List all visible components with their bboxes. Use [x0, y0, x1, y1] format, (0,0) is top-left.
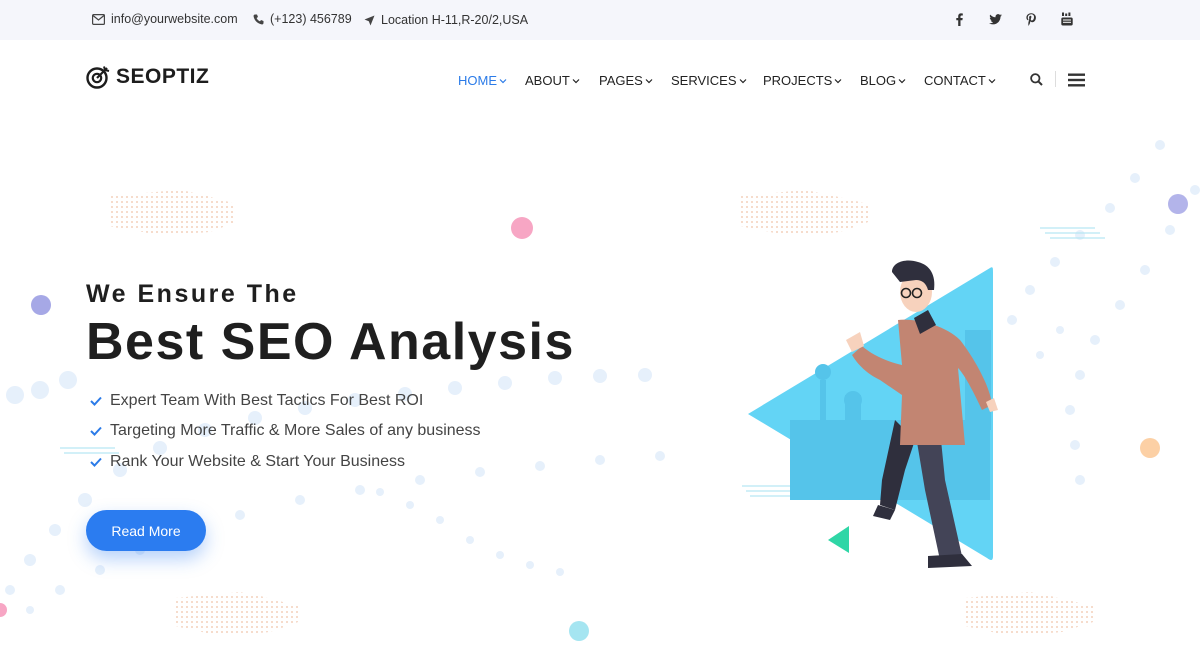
location-info: Location H-11,R-20/2,USA — [364, 13, 528, 27]
seo-man-illustration — [748, 260, 998, 568]
facebook-icon[interactable] — [952, 11, 966, 27]
nav-contact[interactable]: CONTACT — [924, 73, 996, 88]
hamburger-menu-icon[interactable] — [1068, 73, 1085, 92]
chevron-down-icon — [645, 78, 653, 83]
checkmark-icon — [90, 457, 102, 467]
location-text: Location H-11,R-20/2,USA — [381, 13, 529, 27]
logo-text: SEOPTIZ — [116, 65, 210, 88]
hero-subtitle: We Ensure The — [86, 280, 299, 308]
search-icon[interactable] — [1030, 73, 1043, 91]
feature-text: Targeting More Traffic & More Sales of a… — [110, 422, 481, 439]
target-logo-icon — [86, 66, 110, 89]
feature-text: Expert Team With Best Tactics For Best R… — [110, 392, 424, 409]
chevron-down-icon — [988, 78, 996, 83]
email-info[interactable]: info@yourwebsite.com — [92, 12, 238, 26]
envelope-icon — [92, 13, 105, 25]
nav-blog[interactable]: BLOG — [860, 73, 906, 88]
phone-text: (+123) 456789 — [270, 12, 352, 26]
nav-about-label: ABOUT — [525, 73, 570, 88]
top-bar: info@yourwebsite.com (+123) 456789 Locat… — [0, 0, 1200, 40]
nav-projects-label: PROJECTS — [763, 73, 833, 88]
nav-pages[interactable]: PAGES — [599, 73, 653, 88]
location-arrow-icon — [364, 15, 375, 25]
chevron-down-icon — [572, 78, 580, 83]
chevron-down-icon — [499, 78, 507, 83]
nav-home[interactable]: HOME — [458, 73, 507, 88]
pinterest-icon[interactable] — [1024, 11, 1038, 27]
read-more-button[interactable]: Read More — [86, 510, 206, 551]
feature-text: Rank Your Website & Start Your Business — [110, 453, 405, 470]
email-text: info@yourwebsite.com — [111, 12, 238, 26]
nav-about[interactable]: ABOUT — [525, 73, 580, 88]
nav-projects[interactable]: PROJECTS — [763, 73, 842, 88]
nav-home-label: HOME — [458, 73, 497, 88]
background-decoration — [0, 140, 1200, 641]
checkmark-icon — [90, 396, 102, 406]
phone-icon — [253, 14, 264, 24]
feature-list-item: Rank Your Website & Start Your Business — [90, 453, 405, 471]
nav-pages-label: PAGES — [599, 73, 643, 88]
checkmark-icon — [90, 426, 102, 436]
nav-services[interactable]: SERVICES — [671, 73, 747, 88]
nav-blog-label: BLOG — [860, 73, 897, 88]
feature-list-item: Expert Team With Best Tactics For Best R… — [90, 392, 423, 410]
youtube-icon[interactable] — [1060, 11, 1074, 27]
site-logo[interactable]: SEOPTIZ — [86, 64, 209, 90]
feature-list-item: Targeting More Traffic & More Sales of a… — [90, 422, 481, 440]
hero-title: Best SEO Analysis — [86, 313, 575, 371]
chevron-down-icon — [898, 78, 906, 83]
nav-services-label: SERVICES — [671, 73, 737, 88]
nav-contact-label: CONTACT — [924, 73, 986, 88]
chevron-down-icon — [834, 78, 842, 83]
green-triangle-shape — [828, 526, 849, 553]
phone-info[interactable]: (+123) 456789 — [253, 12, 352, 26]
chevron-down-icon — [739, 78, 746, 83]
twitter-icon[interactable] — [988, 11, 1002, 27]
